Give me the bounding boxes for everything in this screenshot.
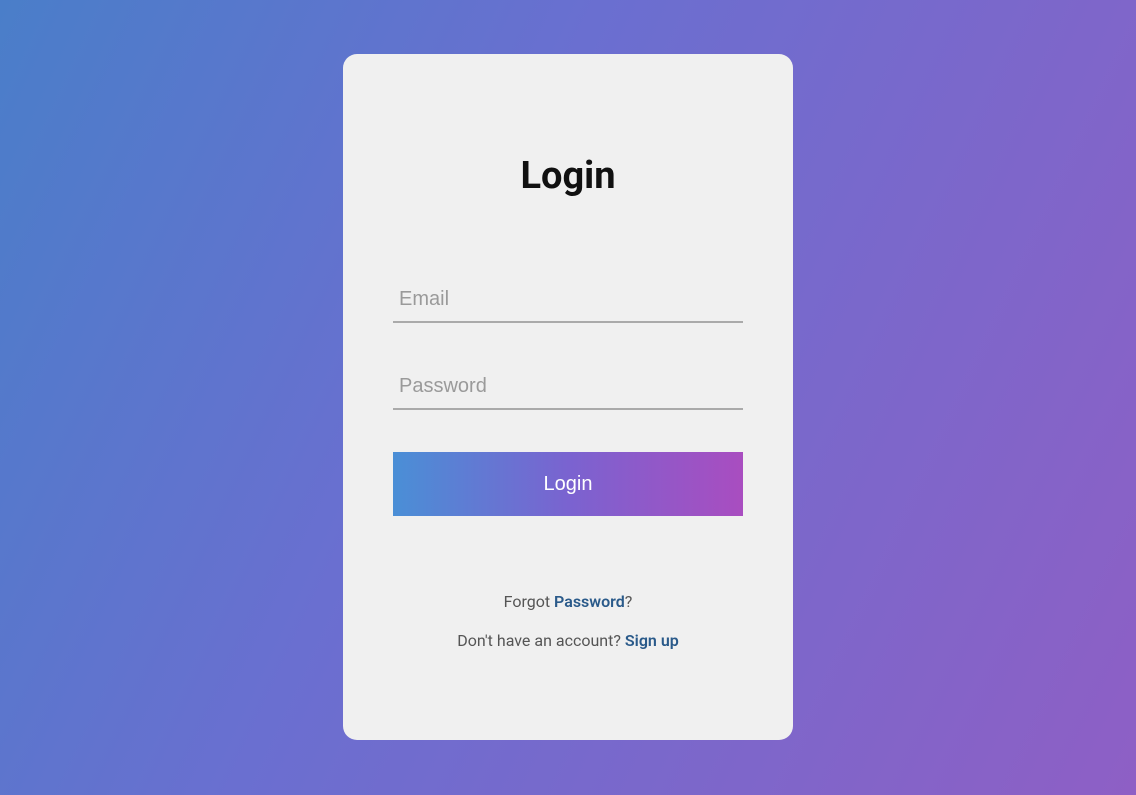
bottom-links: Forgot Password? Don't have an account? …	[457, 592, 679, 650]
password-input[interactable]	[393, 365, 743, 410]
forgot-password-row: Forgot Password?	[504, 592, 633, 611]
password-input-group	[393, 365, 743, 410]
login-button[interactable]: Login	[393, 452, 743, 516]
forgot-suffix: ?	[625, 592, 633, 611]
signup-link[interactable]: Sign up	[625, 631, 679, 650]
signup-prefix: Don't have an account?	[457, 631, 625, 650]
forgot-password-link[interactable]: Password	[554, 592, 625, 611]
login-title: Login	[520, 154, 615, 198]
login-card: Login Login Forgot Password? Don't have …	[343, 54, 793, 740]
signup-row: Don't have an account? Sign up	[457, 631, 679, 650]
email-input[interactable]	[393, 278, 743, 323]
email-input-group	[393, 278, 743, 323]
forgot-prefix: Forgot	[504, 592, 554, 611]
